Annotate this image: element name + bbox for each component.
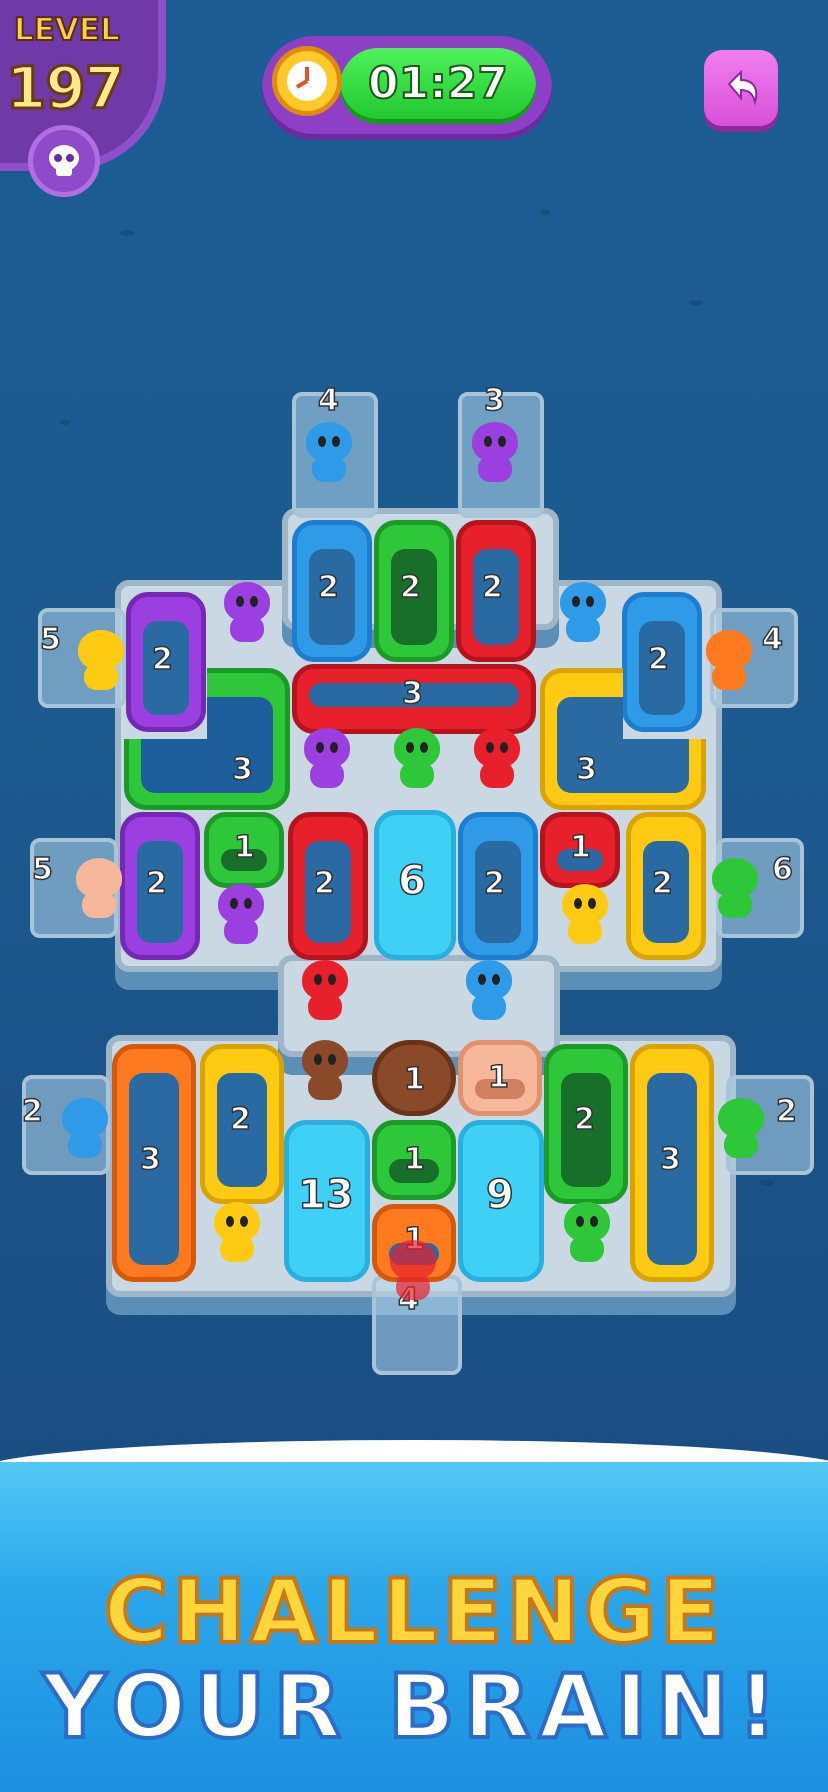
slot-count: 1 (403, 1061, 425, 1098)
slot-count: 9 (485, 1171, 514, 1219)
character-red[interactable] (296, 960, 354, 1022)
slot-count: 2 (481, 569, 503, 606)
slot-count: 1 (233, 829, 255, 866)
character-brown[interactable] (296, 1040, 354, 1102)
slot-count: 1 (403, 1141, 425, 1178)
character-purple[interactable] (212, 884, 270, 946)
slot-count: 3 (659, 1141, 681, 1178)
slot-count: 3 (575, 751, 597, 788)
character-blue[interactable] (300, 422, 358, 484)
character-yellow[interactable] (556, 884, 614, 946)
slot-count: 6 (397, 857, 426, 905)
gate-right-3-count: 2 (775, 1093, 797, 1130)
slot-count: 1 (569, 829, 591, 866)
character-red[interactable] (384, 1240, 442, 1302)
game-board: 4 3 5 5 2 4 6 2 4 2 2 2 2 3 2 3 3 2 1 2 … (0, 0, 828, 1470)
gate-top-right-count: 3 (483, 382, 505, 419)
gate-right-2-count: 6 (771, 851, 793, 888)
gate-left-3-count: 2 (21, 1093, 43, 1130)
slot-count: 2 (317, 569, 339, 606)
character-yellow[interactable] (72, 630, 130, 692)
character-red[interactable] (468, 728, 526, 790)
gate-top-left-count: 4 (317, 382, 339, 419)
slot-count: 3 (139, 1141, 161, 1178)
slot-count: 2 (573, 1101, 595, 1138)
banner-headline-2: YOUR BRAIN! (41, 1653, 786, 1760)
slot-count: 13 (297, 1171, 354, 1219)
character-yellow[interactable] (208, 1202, 266, 1264)
character-purple[interactable] (466, 422, 524, 484)
character-blue[interactable] (56, 1098, 114, 1160)
slot-count: 2 (313, 865, 335, 902)
character-green[interactable] (558, 1202, 616, 1264)
slot-count: 2 (145, 865, 167, 902)
character-purple[interactable] (218, 582, 276, 644)
slot-count: 2 (151, 641, 173, 678)
gate-left-1-count: 5 (39, 621, 61, 658)
character-green[interactable] (706, 858, 764, 920)
slot-count: 2 (651, 865, 673, 902)
slot-count: 1 (487, 1059, 509, 1096)
character-green[interactable] (388, 728, 446, 790)
character-blue[interactable] (460, 960, 518, 1022)
gate-left-2-count: 5 (31, 851, 53, 888)
character-purple[interactable] (298, 728, 356, 790)
character-green[interactable] (712, 1098, 770, 1160)
gate-right-1-count: 4 (761, 621, 783, 658)
character-blue[interactable] (554, 582, 612, 644)
slot-count: 2 (229, 1101, 251, 1138)
slot-count: 2 (647, 641, 669, 678)
slot-count: 2 (483, 865, 505, 902)
slot-count: 3 (231, 751, 253, 788)
slot-count: 2 (399, 569, 421, 606)
character-peach[interactable] (70, 858, 128, 920)
banner-headline-1: CHALLENGE (102, 1558, 725, 1665)
character-orange[interactable] (700, 630, 758, 692)
slot-count: 3 (401, 675, 423, 712)
